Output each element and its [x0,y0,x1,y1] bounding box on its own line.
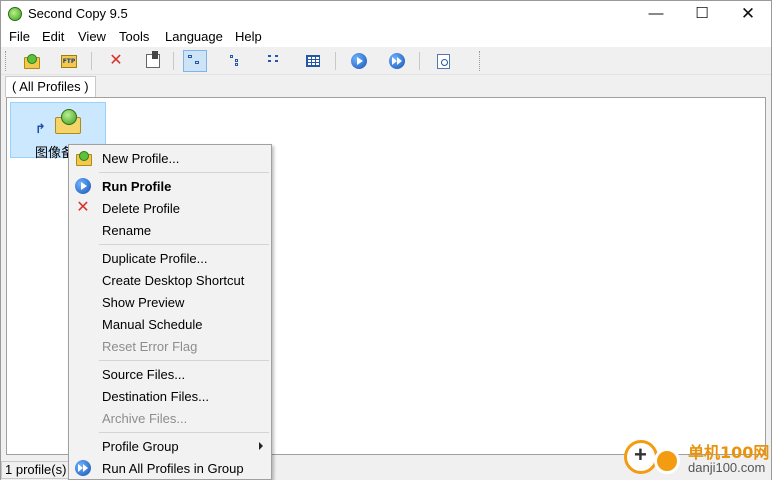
run-all-icon [389,53,405,69]
app-logo-icon [8,7,22,21]
menu-separator [99,172,269,173]
ftp-icon: FTP [61,54,77,68]
toolbar-separator [91,52,92,70]
menu-edit[interactable]: Edit [42,29,64,44]
menu-item-show-preview[interactable]: Show Preview [69,291,271,313]
toolbar: FTP ✕ [1,47,771,75]
menu-item-rename[interactable]: Rename [69,219,271,241]
tree-view-button[interactable] [225,50,249,72]
preview-icon [436,53,450,69]
toolbar-end-grip [479,51,482,71]
maximize-button[interactable]: ☐ [679,1,725,27]
menu-item-source-files[interactable]: Source Files... [69,363,271,385]
run-profile-button[interactable] [347,50,371,72]
run-profile-icon [351,53,367,69]
menu-file[interactable]: File [9,29,30,44]
menu-help[interactable]: Help [235,29,262,44]
profile-icon [55,109,81,135]
run-all-profiles-button[interactable] [385,50,409,72]
tree-view-icon [230,55,244,67]
menu-tools[interactable]: Tools [119,29,149,44]
close-button[interactable]: ✕ [725,1,771,27]
details-view-icon [306,55,320,67]
delete-icon: ✕ [109,52,123,69]
menu-view[interactable]: View [78,29,106,44]
menu-item-run-all-profiles-in-group[interactable]: Run All Profiles in Group [69,457,271,479]
menu-item-destination-files[interactable]: Destination Files... [69,385,271,407]
new-profile-button[interactable] [19,50,43,72]
tab-all-profiles[interactable]: ( All Profiles ) [5,76,96,97]
run-all-icon [75,460,91,476]
menu-item-profile-group[interactable]: Profile Group [69,435,271,457]
menu-item-delete-profile[interactable]: ✕ Delete Profile [69,197,271,219]
large-icons-view-icon [188,55,202,67]
profile-properties-button[interactable] [141,50,165,72]
menu-separator [99,432,269,433]
menu-separator [99,360,269,361]
menu-item-reset-error-flag: Reset Error Flag [102,339,198,354]
delete-icon: ✕ [76,199,90,216]
ftp-button[interactable]: FTP [57,50,81,72]
menu-item-archive-files: Archive Files... [102,411,188,426]
menu-separator [99,244,269,245]
menu-language[interactable]: Language [165,29,223,44]
menu-item-new-profile[interactable]: New Profile... [69,147,271,169]
list-view-icon [268,55,282,67]
shortcut-arrow-icon: ↱ [35,121,46,136]
large-icons-view-button[interactable] [183,50,207,72]
group-tabs: ( All Profiles ) [1,75,771,97]
run-profile-icon [75,178,91,194]
watermark: 单机100网 danji100.com [622,436,772,480]
toolbar-separator [419,52,420,70]
new-profile-icon [23,54,40,69]
submenu-arrow-icon [259,442,263,450]
menu-bar: File Edit View Tools Language Help [1,27,771,47]
menu-item-manual-schedule[interactable]: Manual Schedule [69,313,271,335]
watermark-logo-icon [624,440,658,474]
title-bar: Second Copy 9.5 — ☐ ✕ [1,1,771,27]
list-view-button[interactable] [263,50,287,72]
delete-profile-button[interactable]: ✕ [104,50,128,72]
profile-count: 1 profile(s) [1,461,69,479]
minimize-button[interactable]: — [633,1,679,27]
new-profile-icon [75,151,92,166]
toolbar-separator [173,52,174,70]
toolbar-grip[interactable] [5,51,8,71]
details-view-button[interactable] [301,50,325,72]
watermark-logo-icon [654,448,680,474]
window-title: Second Copy 9.5 [28,6,128,21]
context-menu: New Profile... Run Profile ✕ Delete Prof… [68,144,272,480]
menu-item-run-profile[interactable]: Run Profile [69,175,271,197]
watermark-site-url: danji100.com [688,460,766,475]
properties-icon [146,51,160,68]
toolbar-separator [335,52,336,70]
menu-item-create-desktop-shortcut[interactable]: Create Desktop Shortcut [69,269,271,291]
preview-button[interactable] [431,50,455,72]
menu-item-duplicate-profile[interactable]: Duplicate Profile... [69,247,271,269]
